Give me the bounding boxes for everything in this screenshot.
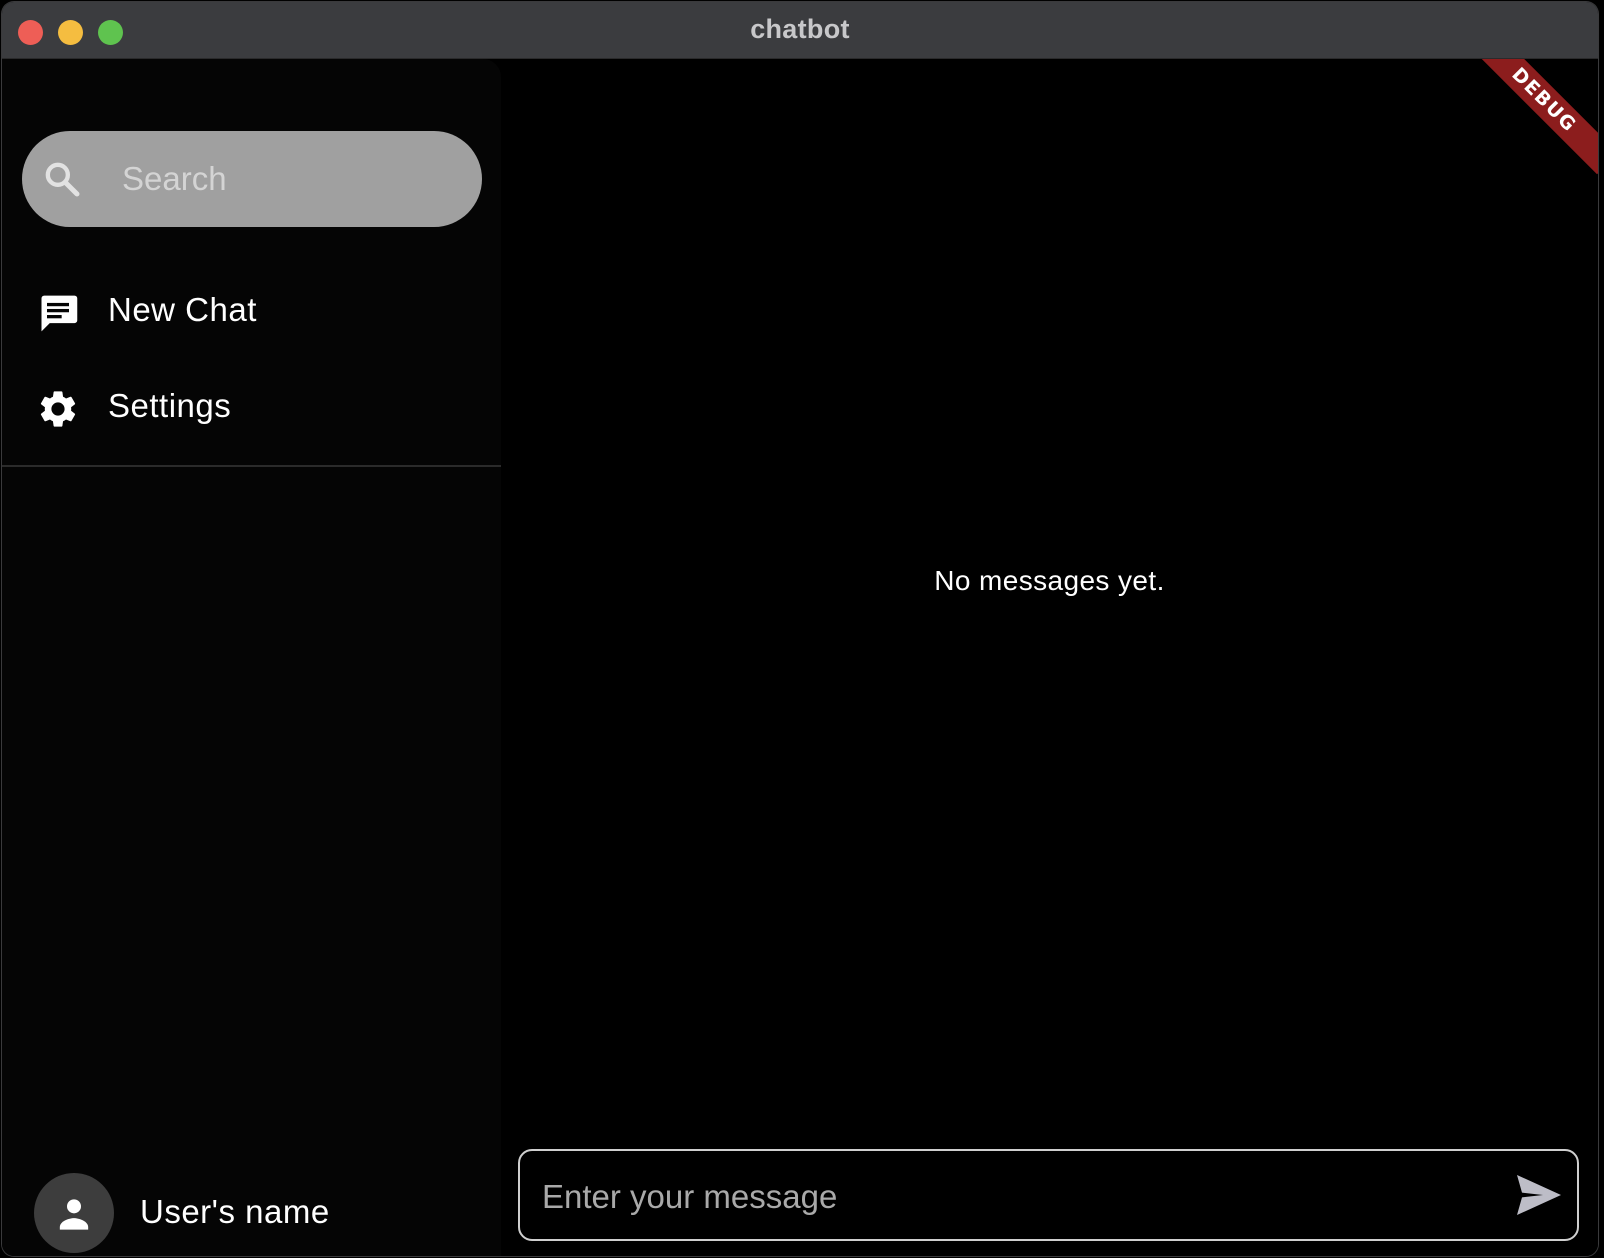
message-composer[interactable] <box>518 1149 1579 1241</box>
empty-state-message: No messages yet. <box>934 565 1165 596</box>
title-bar[interactable]: chatbot <box>2 2 1598 59</box>
sidebar-item-settings[interactable]: Settings <box>2 367 501 447</box>
sidebar-divider <box>2 465 501 467</box>
sidebar-item-label: Settings <box>108 387 232 424</box>
user-profile[interactable]: User's name <box>2 1169 501 1255</box>
user-name: User's name <box>140 1193 330 1230</box>
sidebar-item-label: New Chat <box>108 291 257 328</box>
search-input[interactable] <box>122 161 462 197</box>
chat-panel: DEBUG No messages yet. <box>501 59 1598 1256</box>
chat-icon <box>41 295 78 332</box>
sidebar: New Chat Settings User's name <box>2 59 501 1256</box>
message-input[interactable] <box>542 1177 1442 1217</box>
gear-icon <box>40 391 76 427</box>
send-icon[interactable] <box>1515 1173 1563 1217</box>
search-icon <box>45 162 80 197</box>
debug-banner: DEBUG <box>1469 59 1598 175</box>
sidebar-item-new-chat[interactable]: New Chat <box>2 271 501 351</box>
app-window: chatbot New Chat Settings <box>2 2 1598 1256</box>
search-field[interactable] <box>22 131 482 227</box>
person-icon <box>59 1199 89 1230</box>
avatar[interactable] <box>34 1173 114 1253</box>
window-title: chatbot <box>750 14 850 44</box>
